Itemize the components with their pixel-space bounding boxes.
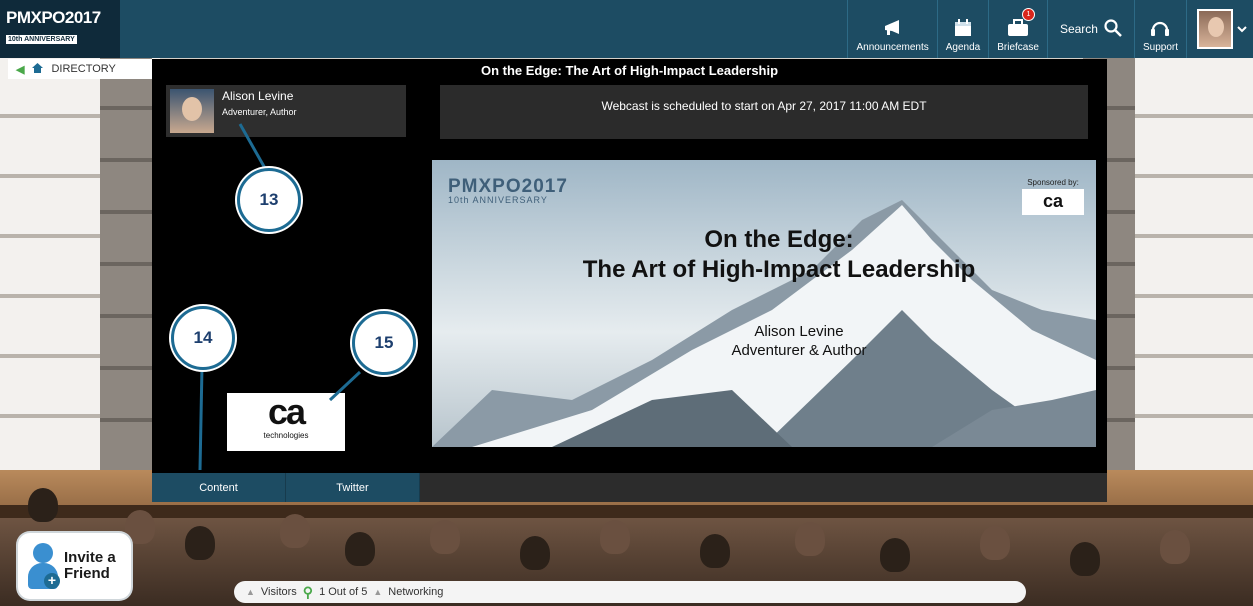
search-label: Search — [1059, 22, 1098, 36]
logo-main-text: PMXPO2017 — [6, 8, 101, 27]
briefcase-badge: 1 — [1021, 8, 1035, 21]
search-icon — [1104, 18, 1122, 40]
bottom-status-bar: ▲ Visitors ⚲ 1 Out of 5 ▲ Networking — [234, 581, 1026, 603]
directory-label: DIRECTORY — [51, 63, 116, 75]
nav-support-label: Support — [1142, 42, 1178, 53]
invite-line1: Invite a — [64, 549, 116, 566]
session-panel: On the Edge: The Art of High-Impact Lead… — [152, 59, 1107, 502]
user-avatar — [1197, 9, 1233, 49]
add-user-icon: + — [26, 541, 60, 591]
audience-head — [1160, 530, 1190, 564]
audience-head — [28, 488, 58, 522]
briefcase-icon — [1007, 18, 1029, 38]
audience-head — [430, 520, 460, 554]
speaker-info: Alison Levine Adventurer, Author — [222, 89, 297, 133]
chevron-up-icon[interactable]: ▲ — [373, 587, 382, 597]
event-logo[interactable]: PMXPO2017 10th ANNIVERSARY — [0, 0, 120, 58]
sponsor-logo-mark: ca — [267, 391, 306, 432]
calendar-icon — [952, 18, 974, 38]
audience-head — [795, 522, 825, 556]
chevron-down-icon — [1237, 20, 1247, 38]
tab-twitter[interactable]: Twitter — [286, 473, 420, 502]
nav-agenda[interactable]: Agenda — [936, 0, 988, 58]
slide-sponsored-by: Sponsored by: — [1027, 178, 1079, 187]
top-navigation-bar: PMXPO2017 10th ANNIVERSARY Announcements… — [0, 0, 1253, 58]
left-pillar — [100, 58, 152, 478]
callout-14: 14 — [171, 306, 235, 370]
session-title: On the Edge: The Art of High-Impact Lead… — [480, 63, 779, 78]
audience-head — [345, 532, 375, 566]
headset-icon — [1149, 18, 1171, 38]
audience-head — [185, 526, 215, 560]
slide-sponsor-block: Sponsored by: ca — [1022, 178, 1084, 215]
user-menu[interactable] — [1186, 0, 1253, 58]
audience-head — [520, 536, 550, 570]
sponsor-logo[interactable]: ca technologies — [227, 393, 345, 451]
invite-label: Invite a Friend — [64, 550, 116, 582]
slide-title-line1: On the Edge: — [704, 226, 854, 253]
stage-edge — [0, 505, 1253, 519]
megaphone-icon — [882, 18, 904, 38]
invite-line2: Friend — [64, 565, 110, 582]
slide-title-line2: The Art of High-Impact Leadership — [582, 256, 976, 283]
nav-support[interactable]: Support — [1133, 0, 1186, 58]
back-arrow-icon[interactable]: ◀ — [16, 63, 24, 76]
audience-head — [600, 520, 630, 554]
invite-friend-button[interactable]: + Invite a Friend — [18, 533, 131, 599]
chevron-up-icon[interactable]: ▲ — [246, 587, 255, 597]
slide-logo-sub: 10th ANNIVERSARY — [448, 195, 548, 205]
slide-speaker-name: Alison Levine — [754, 323, 844, 340]
callout-15: 15 — [352, 311, 416, 375]
nav-briefcase-label: Briefcase — [997, 42, 1039, 53]
audience-head — [280, 514, 310, 548]
speaker-role: Adventurer, Author — [222, 107, 297, 117]
audience-head — [1070, 542, 1100, 576]
webcast-schedule-notice: Webcast is scheduled to start on Apr 27,… — [440, 85, 1088, 139]
audience-head — [700, 534, 730, 568]
audience-head — [880, 538, 910, 572]
networking-label[interactable]: Networking — [388, 586, 443, 598]
home-icon[interactable] — [32, 62, 44, 76]
speaker-name: Alison Levine — [222, 89, 294, 103]
slide-speaker-role: Adventurer & Author — [731, 342, 867, 359]
content-tabs: Content Twitter — [152, 473, 1107, 502]
visitors-label[interactable]: Visitors — [261, 586, 297, 598]
tab-content[interactable]: Content — [152, 473, 286, 502]
callout-13: 13 — [237, 168, 301, 232]
presentation-slide[interactable]: PMXPO2017 10th ANNIVERSARY Sponsored by:… — [432, 160, 1096, 447]
slide-sponsor-logo: ca — [1022, 189, 1084, 215]
sponsor-logo-text: technologies — [263, 431, 309, 440]
logo-sub-text: 10th ANNIVERSARY — [6, 35, 77, 44]
audience-head — [980, 526, 1010, 560]
location-pin-icon: ⚲ — [302, 583, 314, 600]
nav-announcements[interactable]: Announcements — [847, 0, 936, 58]
nav-briefcase[interactable]: 1 Briefcase — [988, 0, 1047, 58]
speaker-photo — [170, 89, 214, 133]
visitors-count: 1 Out of 5 — [319, 586, 368, 598]
search-button[interactable]: Search — [1046, 0, 1134, 58]
nav-announcements-label: Announcements — [856, 42, 929, 53]
nav-agenda-label: Agenda — [945, 42, 981, 53]
speaker-card[interactable]: Alison Levine Adventurer, Author — [166, 85, 406, 137]
